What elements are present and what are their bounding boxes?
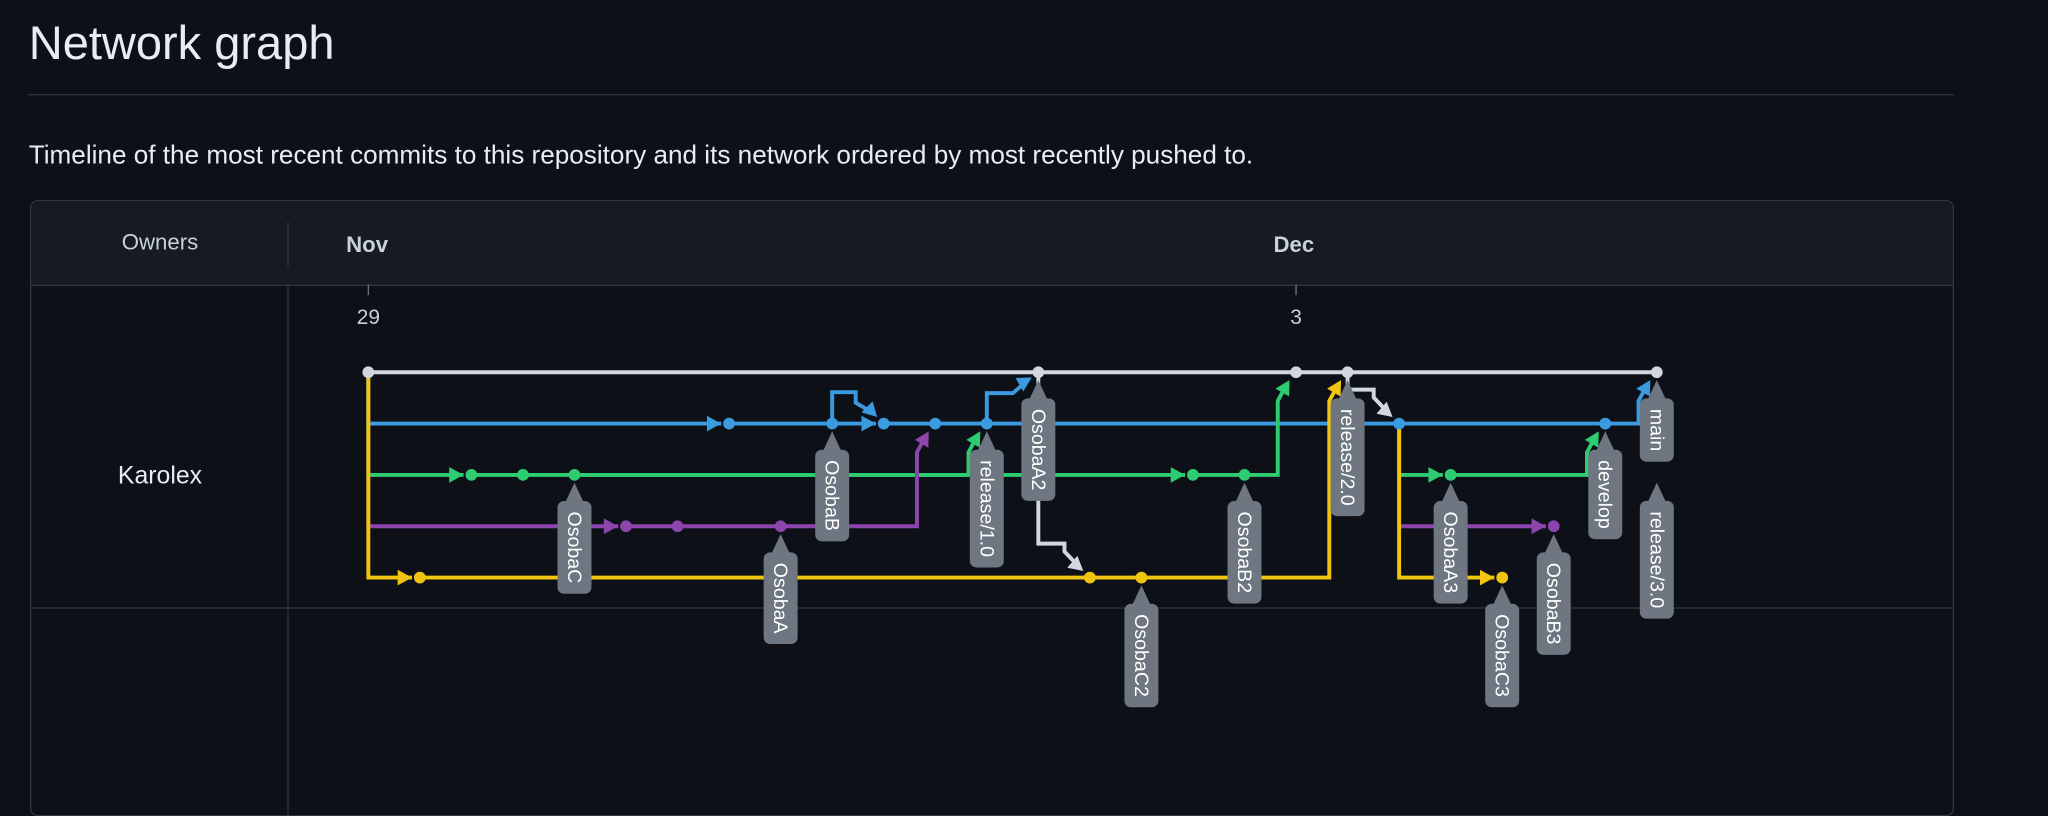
ref-label-release-2-0[interactable]: release/2.0: [1330, 380, 1365, 517]
commit-dot: [826, 417, 839, 430]
commit-dot: [1290, 366, 1302, 379]
ref-labels: OsobaC OsobaA OsobaB release/1.0 OsobaA2 Osob…: [557, 380, 1674, 708]
arrow-head: [449, 467, 464, 483]
commit-dot: [568, 469, 581, 481]
branch-edge: [780, 434, 928, 529]
label-text: OsobaC: [563, 511, 585, 583]
label-text: OsobaA: [769, 563, 791, 635]
ref-label-osobab[interactable]: OsobaB: [815, 431, 850, 542]
label-pointer: [1493, 585, 1512, 605]
commit-dot: [877, 417, 890, 430]
label-text: release/3.0: [1645, 511, 1667, 608]
commit-dot: [620, 520, 632, 533]
ref-label-osobaa2[interactable]: OsobaA2: [1021, 380, 1056, 501]
commit-dot: [1547, 520, 1560, 533]
ref-label-release-1-0[interactable]: release/1.0: [969, 431, 1004, 568]
day-label: 29: [357, 306, 380, 329]
label-pointer: [1647, 482, 1666, 503]
commit-dot: [1238, 469, 1251, 481]
label-text: main: [1645, 409, 1667, 451]
branch-edge: [1450, 434, 1598, 477]
arrow-head: [1170, 467, 1186, 483]
commit-dot: [1650, 366, 1663, 379]
label-pointer: [1441, 482, 1460, 503]
label-text: OsobaB: [821, 460, 843, 531]
ref-label-develop[interactable]: develop: [1588, 431, 1623, 540]
label-text: OsobaB3: [1542, 563, 1564, 645]
commit-dot: [413, 571, 426, 584]
arrow-head: [397, 569, 413, 586]
commit-dot: [1599, 417, 1612, 430]
ref-label-osobab3[interactable]: OsobaB3: [1536, 534, 1571, 655]
arrow-head: [603, 518, 619, 535]
label-text: release/2.0: [1336, 409, 1358, 506]
branch-edge: [1244, 383, 1289, 477]
label-pointer: [1647, 380, 1666, 400]
commit-dot: [1393, 417, 1405, 430]
commit-dot: [1496, 571, 1509, 584]
label-text: OsobaC3: [1491, 614, 1513, 697]
label-pointer: [823, 431, 842, 452]
commit-dot: [465, 469, 478, 481]
arrow-head: [1275, 380, 1290, 397]
arrow-head: [1428, 467, 1443, 483]
ref-label-osobaa3[interactable]: OsobaA3: [1433, 482, 1468, 604]
arrow-head: [861, 415, 876, 432]
label-pointer: [977, 431, 996, 452]
commit-dot: [1444, 469, 1457, 481]
commit-dot: [1341, 366, 1354, 379]
ref-label-osobac3[interactable]: OsobaC3: [1485, 585, 1520, 708]
label-text: OsobaC2: [1130, 614, 1152, 697]
day-label: 3: [1290, 306, 1302, 329]
label-pointer: [1596, 431, 1615, 452]
ref-label-osobab2[interactable]: OsobaB2: [1227, 482, 1262, 604]
label-text: OsobaB2: [1233, 511, 1255, 593]
arrow-head: [914, 431, 929, 448]
label-pointer: [565, 482, 584, 503]
network-graph-canvas[interactable]: 29 3OsobaCOsobaAOsobaB release/1.0OsobaA2O…: [0, 0, 2048, 794]
branch-edge: [366, 372, 722, 426]
commit-dot: [517, 469, 529, 481]
commit-dot: [1187, 469, 1199, 481]
branch-edge: [1397, 423, 1443, 477]
commit-dot: [929, 417, 942, 430]
label-pointer: [1029, 380, 1048, 400]
label-text: OsobaA3: [1439, 511, 1461, 593]
ref-label-osobac[interactable]: OsobaC: [557, 482, 592, 594]
commit-dot: [723, 417, 735, 430]
network-graph-page: Network graph Timeline of the most recen…: [0, 0, 2048, 816]
label-pointer: [1544, 534, 1563, 554]
commit-dot: [774, 520, 787, 533]
ref-label-release-3-0[interactable]: release/3.0: [1639, 482, 1674, 619]
commit-dot: [362, 366, 375, 379]
commit-dot: [1135, 571, 1148, 584]
commit-dot: [980, 417, 993, 430]
ref-label-osobaa[interactable]: OsobaA: [763, 534, 798, 645]
label-text: release/1.0: [975, 460, 997, 557]
arrow-head: [1479, 569, 1495, 586]
commit-dot: [1084, 571, 1096, 584]
commit-dot: [1032, 366, 1045, 379]
label-pointer: [771, 534, 790, 554]
arrow-head: [1531, 518, 1546, 535]
label-pointer: [1235, 482, 1254, 503]
label-text: develop: [1594, 460, 1616, 529]
commit-dot: [671, 520, 684, 533]
ref-label-osobac2[interactable]: OsobaC2: [1124, 585, 1159, 708]
arrow-head: [706, 415, 722, 432]
label-text: OsobaA2: [1027, 409, 1049, 491]
label-pointer: [1132, 585, 1151, 605]
